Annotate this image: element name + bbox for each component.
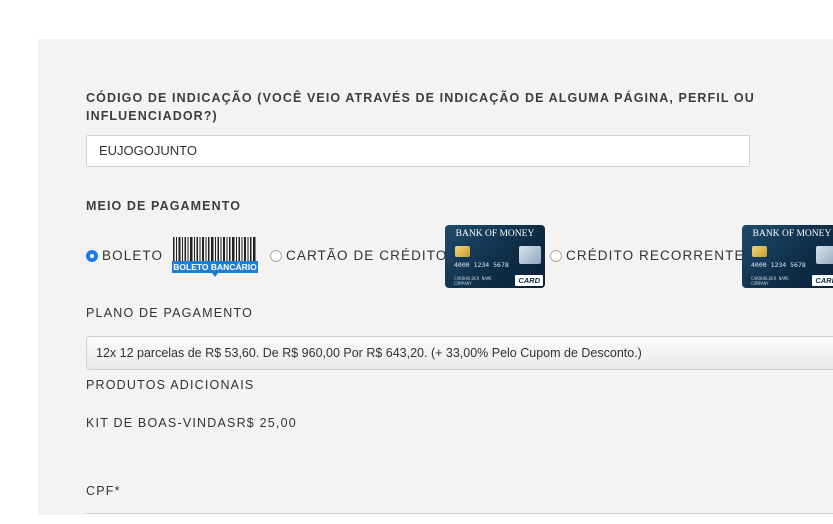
recurring-credit-radio[interactable] [550,250,562,262]
card-chip-icon [455,246,470,257]
payment-method-label: MEIO DE PAGAMENTO [86,199,242,213]
card-number: 4000 1234 5678 [751,261,806,269]
cpf-label: CPF* [86,484,121,498]
boleto-radio[interactable] [86,250,98,262]
additional-products-label: PRODUTOS ADICIONAIS [86,378,255,392]
card-brand-label: CARD [812,275,833,286]
card-bank-name: BANK OF MONEY [455,229,535,239]
credit-card-option-label[interactable]: CARTÃO DE CRÉDITO [286,247,447,265]
product-name: KIT DE BOAS-VINDAS [86,416,237,430]
card-holder-text: CARDHOLDER NAME COMPANY [454,276,492,286]
card-brand-label: CARD [515,275,543,286]
boleto-logo-text: BOLETO BANCÁRIO [173,262,257,272]
referral-code-label: CÓDIGO DE INDICAÇÃO (VOCÊ VEIO ATRAVÉS D… [86,91,755,123]
card-hologram-icon [519,246,541,264]
card-hologram-icon [816,246,833,264]
credit-card-radio[interactable] [270,250,282,262]
card-chip-icon [752,246,767,257]
credit-card-icon: BANK OF MONEY 4000 1234 5678 CARDHOLDER … [742,225,833,288]
credit-card-icon: BANK OF MONEY 4000 1234 5678 CARDHOLDER … [445,225,545,288]
card-bank-name: BANK OF MONEY [752,229,832,239]
product-price: R$ 25,00 [236,416,297,430]
additional-product-item[interactable]: KIT DE BOAS-VINDASR$ 25,00 [86,414,297,432]
referral-code-input[interactable]: EUJOGOJUNTO [86,135,750,167]
boleto-bancario-icon: BOLETO BANCÁRIO [172,237,258,277]
card-holder-text: CARDHOLDER NAME COMPANY [751,276,789,286]
recurring-credit-option-label[interactable]: CRÉDITO RECORRENTE [566,247,745,265]
payment-plan-select[interactable]: 12x 12 parcelas de R$ 53,60. De R$ 960,0… [86,336,833,370]
payment-plan-label: PLANO DE PAGAMENTO [86,306,254,320]
boleto-option-label[interactable]: BOLETO [102,247,163,265]
card-number: 4000 1234 5678 [454,261,509,269]
